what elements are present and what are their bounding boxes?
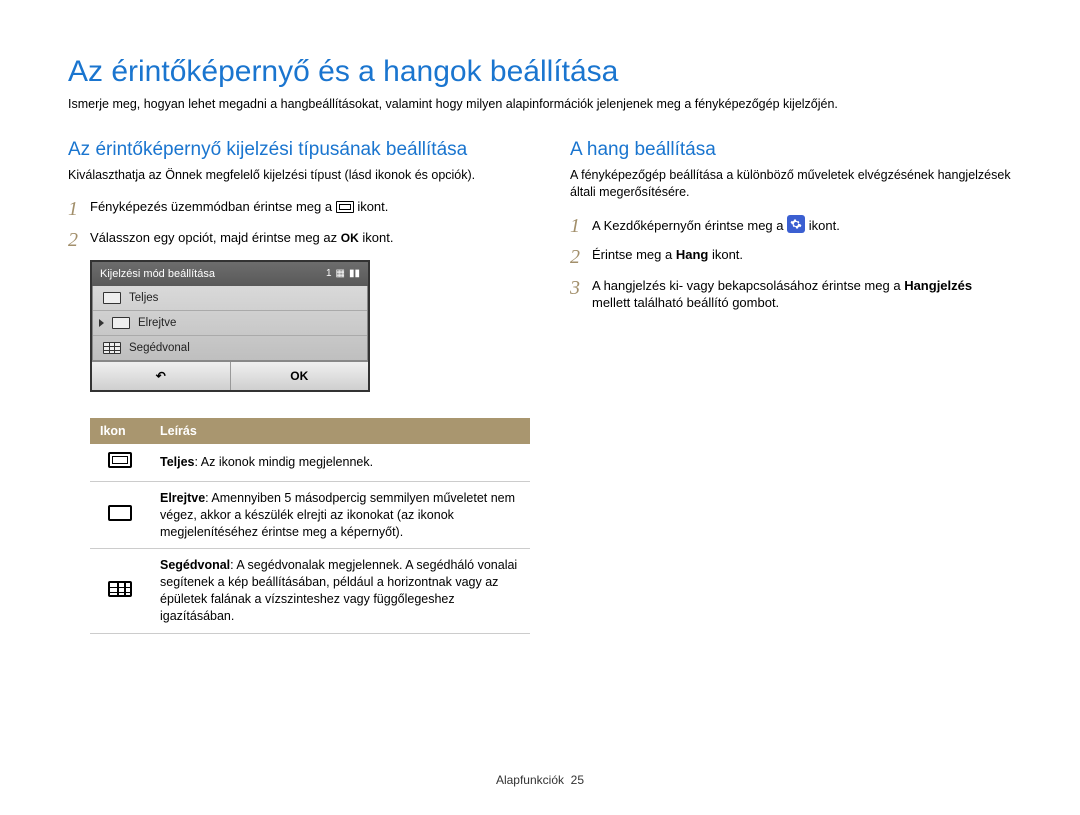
step-text: ikont. [712, 247, 743, 262]
camera-option-label: Segédvonal [129, 342, 190, 354]
step-number: 2 [570, 247, 592, 267]
step-number: 1 [570, 216, 592, 236]
camera-ok-button[interactable]: OK [231, 362, 369, 390]
right-intro: A fényképezőgép beállítása a különböző m… [570, 167, 1012, 201]
icon-description-table: Ikon Leírás Teljes: Az ikonok mindig meg… [90, 418, 530, 634]
step-number: 1 [68, 199, 90, 219]
camera-option-teljes[interactable]: Teljes [93, 286, 367, 311]
right-heading: A hang beállítása [570, 139, 1012, 161]
step-text: mellett található beállító gombot. [592, 295, 779, 310]
table-row: Teljes: Az ikonok mindig megjelennek. [90, 444, 530, 481]
table-bold: Teljes [160, 455, 195, 469]
table-header-icon: Ikon [90, 418, 150, 444]
step-number: 2 [68, 230, 90, 250]
hidden-display-icon [112, 317, 130, 329]
table-row: Segédvonal: A segédvonalak megjelennek. … [90, 549, 530, 634]
step-text: ikont. [357, 199, 388, 214]
footer-label: Alapfunkciók [496, 773, 564, 787]
camera-option-label: Teljes [129, 292, 158, 304]
full-display-icon [103, 292, 121, 304]
camera-counter: 1 [326, 268, 332, 279]
battery-icon: ▮▮ [349, 268, 360, 279]
left-step-1: 1 Fényképezés üzemmódban érintse meg a i… [68, 198, 530, 219]
step-text: Érintse meg a [592, 247, 676, 262]
page-intro: Ismerje meg, hogyan lehet megadni a hang… [68, 97, 1012, 111]
camera-option-elrejtve[interactable]: Elrejtve [93, 311, 367, 336]
right-column: A hang beállítása A fényképezőgép beállí… [570, 139, 1012, 634]
step-text: Válasszon egy opciót, majd érintse meg a… [90, 230, 341, 245]
step-bold: Hangjelzés [904, 278, 972, 293]
camera-option-segedvonal[interactable]: Segédvonal [93, 336, 367, 360]
step-bold: Hang [676, 247, 709, 262]
settings-icon [787, 215, 805, 233]
table-row: Elrejtve: Amennyiben 5 másodpercig semmi… [90, 481, 530, 549]
right-step-2: 2 Érintse meg a Hang ikont. [570, 246, 1012, 267]
left-intro: Kiválaszthatja az Önnek megfelelő kijelz… [68, 167, 530, 184]
step-text: ikont. [809, 218, 840, 233]
full-display-icon [108, 452, 132, 468]
table-header-desc: Leírás [150, 418, 530, 444]
hidden-display-icon [108, 505, 132, 521]
camera-screenshot: Kijelzési mód beállítása 1 ▦ ▮▮ Teljes E… [90, 260, 370, 392]
left-step-2: 2 Válasszon egy opciót, majd érintse meg… [68, 229, 530, 250]
memory-icon: ▦ [336, 268, 345, 279]
right-step-1: 1 A Kezdőképernyőn érintse meg a ikont. [570, 215, 1012, 236]
footer-page-number: 25 [571, 773, 584, 787]
step-text: Fényképezés üzemmódban érintse meg a [90, 199, 336, 214]
ok-icon: OK [341, 231, 359, 245]
page-footer: Alapfunkciók 25 [0, 773, 1080, 787]
step-text: A hangjelzés ki- vagy bekapcsolásához ér… [592, 278, 904, 293]
table-desc: : Az ikonok mindig megjelennek. [195, 455, 374, 469]
display-mode-icon [336, 201, 354, 213]
step-number: 3 [570, 278, 592, 298]
table-bold: Elrejtve [160, 491, 205, 505]
left-column: Az érintőképernyő kijelzési típusának be… [68, 139, 530, 634]
camera-option-label: Elrejtve [138, 317, 176, 329]
grid-display-icon [108, 581, 132, 597]
camera-back-button[interactable]: ↶ [92, 362, 231, 390]
camera-header-title: Kijelzési mód beállítása [100, 268, 215, 280]
left-heading: Az érintőképernyő kijelzési típusának be… [68, 139, 530, 161]
step-text: ikont. [362, 230, 393, 245]
table-bold: Segédvonal [160, 558, 230, 572]
step-text: A Kezdőképernyőn érintse meg a [592, 218, 787, 233]
page-title: Az érintőképernyő és a hangok beállítása [68, 55, 1012, 89]
grid-display-icon [103, 342, 121, 354]
right-step-3: 3 A hangjelzés ki- vagy bekapcsolásához … [570, 277, 1012, 312]
table-desc: : Amennyiben 5 másodpercig semmilyen műv… [160, 491, 515, 539]
